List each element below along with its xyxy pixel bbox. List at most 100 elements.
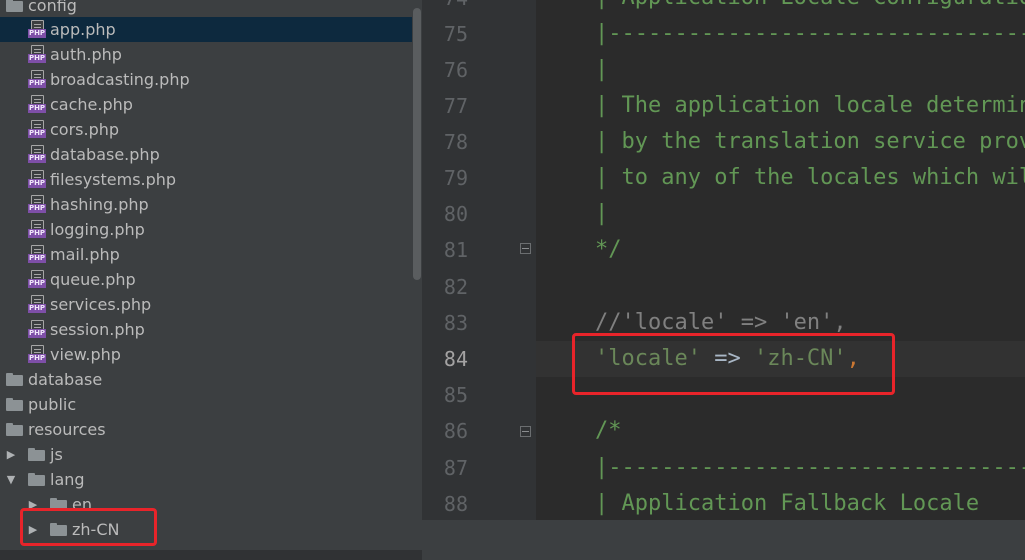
tree-item-label: cors.php [50, 120, 120, 139]
tree-file-app-php[interactable]: PHP app.php [0, 17, 412, 42]
code-line: | by the translation service provider [595, 129, 1025, 154]
code-editor[interactable]: | Application Locale Configuration |----… [536, 0, 1025, 520]
project-tree-panel: config PHP app.php PHP auth.php PHP broa… [0, 0, 412, 550]
tree-item-label: database.php [50, 145, 160, 164]
tree-item-label: mail.php [50, 245, 120, 264]
line-number: 74 [422, 0, 468, 16]
annotation-highlight-zh-cn-folder [20, 508, 157, 546]
code-line: /* [595, 418, 622, 443]
php-file-icon: PHP [28, 170, 46, 189]
tree-item-label: queue.php [50, 270, 136, 289]
tree-file-filesystems-php[interactable]: PHP filesystems.php [0, 167, 412, 192]
tree-file-broadcasting-php[interactable]: PHP broadcasting.php [0, 67, 412, 92]
php-file-icon: PHP [28, 120, 46, 139]
tree-file-hashing-php[interactable]: PHP hashing.php [0, 192, 412, 217]
tree-scrollbar-thumb[interactable] [413, 8, 421, 280]
php-file-icon: PHP [28, 295, 46, 314]
code-line: | The application locale determines [595, 93, 1025, 118]
tree-file-view-php[interactable]: PHP view.php [0, 342, 412, 367]
editor-gutter: 74 75 76 77 78 79 80 81 82 83 84 85 86 8… [422, 0, 536, 520]
tree-item-label: session.php [50, 320, 145, 339]
php-file-icon: PHP [28, 95, 46, 114]
line-number: 79 [443, 166, 468, 190]
line-number: 80 [443, 202, 468, 226]
php-file-icon: PHP [28, 20, 46, 39]
tree-item-label: hashing.php [50, 195, 149, 214]
php-file-icon: PHP [28, 270, 46, 289]
php-file-icon: PHP [28, 345, 46, 364]
tree-item-label: database [28, 370, 103, 389]
line-number-current: 84 [443, 347, 468, 371]
tree-item-label: logging.php [50, 220, 145, 239]
code-line: */ [595, 237, 622, 262]
code-line: |---------------------------------- [595, 455, 1025, 480]
tree-file-session-php[interactable]: PHP session.php [0, 317, 412, 342]
code-line: | to any of the locales which will [595, 165, 1025, 190]
tree-item-label: view.php [50, 345, 121, 364]
tree-item-label: cache.php [50, 95, 133, 114]
line-number: 75 [443, 22, 468, 46]
tree-file-queue-php[interactable]: PHP queue.php [0, 267, 412, 292]
code-line: | [595, 201, 609, 226]
folder-icon [6, 423, 23, 436]
line-number: 81 [443, 238, 468, 262]
tree-item-label: config [28, 0, 77, 15]
tree-file-database-php[interactable]: PHP database.php [0, 142, 412, 167]
tree-file-cors-php[interactable]: PHP cors.php [0, 117, 412, 142]
tree-item-label: public [28, 395, 77, 414]
editor-bottom-bar [422, 520, 1025, 560]
tree-item-label: broadcasting.php [50, 70, 190, 89]
tree-file-cache-php[interactable]: PHP cache.php [0, 92, 412, 117]
chevron-right-icon[interactable]: ▶ [4, 442, 18, 467]
tree-file-auth-php[interactable]: PHP auth.php [0, 42, 412, 67]
tree-folder-public[interactable]: public [0, 392, 412, 417]
folder-icon [28, 448, 45, 461]
folder-icon [28, 473, 45, 486]
line-number: 88 [443, 492, 468, 516]
tree-folder-config[interactable]: config [0, 0, 412, 18]
tree-item-label: services.php [50, 295, 152, 314]
tree-item-label: resources [28, 420, 106, 439]
tree-file-services-php[interactable]: PHP services.php [0, 292, 412, 317]
tree-folder-resources[interactable]: resources [0, 417, 412, 442]
tree-item-label: lang [50, 470, 85, 489]
code-line: | Application Locale Configuration [595, 0, 1025, 16]
tree-file-logging-php[interactable]: PHP logging.php [0, 217, 412, 242]
php-file-icon: PHP [28, 70, 46, 89]
fold-marker-icon[interactable] [520, 426, 531, 439]
tree-folder-database[interactable]: database [0, 367, 412, 392]
tree-item-label: app.php [50, 20, 116, 39]
tree-item-label: js [50, 445, 63, 464]
line-number: 76 [443, 58, 468, 82]
tree-bottom-bar [0, 550, 422, 560]
tree-item-label: filesystems.php [50, 170, 177, 189]
line-number: 85 [443, 383, 468, 407]
php-file-icon: PHP [28, 220, 46, 239]
line-number: 77 [443, 94, 468, 118]
line-number: 86 [443, 419, 468, 443]
folder-icon [6, 0, 23, 12]
fold-marker-icon[interactable] [520, 243, 531, 256]
php-file-icon: PHP [28, 195, 46, 214]
code-line: |---------------------------------- [595, 21, 1025, 46]
tree-item-label: auth.php [50, 45, 122, 64]
line-number: 87 [443, 456, 468, 480]
php-file-icon: PHP [28, 320, 46, 339]
php-file-icon: PHP [28, 145, 46, 164]
php-file-icon: PHP [28, 45, 46, 64]
line-number: 78 [443, 130, 468, 154]
folder-icon [6, 398, 23, 411]
tree-folder-lang[interactable]: ▼ lang [0, 467, 412, 492]
tree-folder-js[interactable]: ▶ js [0, 442, 412, 467]
chevron-down-icon[interactable]: ▼ [4, 467, 18, 492]
code-line: | [595, 57, 609, 82]
php-file-icon: PHP [28, 245, 46, 264]
folder-icon [6, 373, 23, 386]
line-number: 82 [443, 275, 468, 299]
tree-file-mail-php[interactable]: PHP mail.php [0, 242, 412, 267]
tree-scrollbar[interactable] [412, 0, 422, 550]
annotation-highlight-locale-line [572, 333, 895, 395]
code-line: | Application Fallback Locale [595, 491, 980, 516]
line-number: 83 [443, 311, 468, 335]
